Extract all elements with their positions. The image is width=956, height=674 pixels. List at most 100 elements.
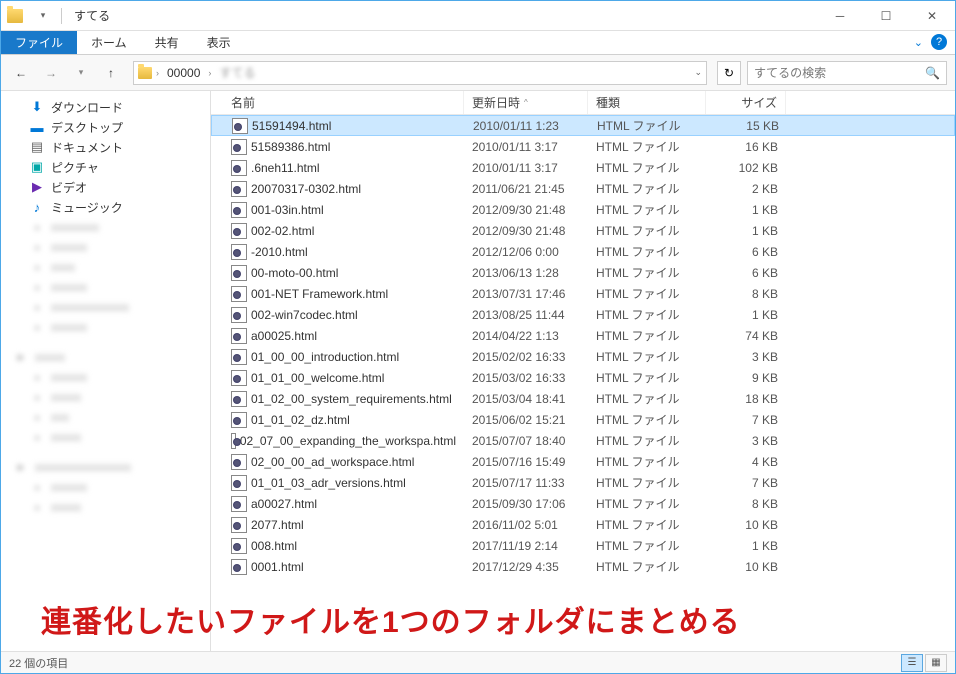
file-row[interactable]: 008.html2017/11/19 2:14HTML ファイル1 KB: [211, 535, 955, 556]
window-title: すてる: [74, 7, 110, 24]
breadcrumb-current[interactable]: すてる: [215, 64, 259, 81]
file-row[interactable]: a00027.html2015/09/30 17:06HTML ファイル8 KB: [211, 493, 955, 514]
file-date: 2012/09/30 21:48: [464, 203, 588, 217]
html-file-icon: [231, 160, 247, 176]
file-row[interactable]: 51589386.html2010/01/11 3:17HTML ファイル16 …: [211, 136, 955, 157]
sidebar-item-videos[interactable]: ▶ビデオ: [1, 177, 210, 197]
sidebar-item[interactable]: ▪xxxxx: [1, 497, 210, 517]
folder-icon: [5, 6, 25, 26]
tab-share[interactable]: 共有: [141, 31, 193, 54]
file-type: HTML ファイル: [588, 558, 706, 575]
file-row[interactable]: 20070317-0302.html2011/06/21 21:45HTML フ…: [211, 178, 955, 199]
file-name: 51591494.html: [252, 119, 331, 133]
ribbon-tabs: ファイル ホーム 共有 表示 ⌄ ?: [1, 31, 955, 55]
file-size: 8 KB: [706, 497, 786, 511]
back-button[interactable]: ←: [9, 61, 33, 85]
sidebar-item[interactable]: ▪xxxxxx: [1, 237, 210, 257]
sidebar-item-music[interactable]: ♪ミュージック: [1, 197, 210, 217]
sidebar-item[interactable]: ▪xxxxxx: [1, 477, 210, 497]
html-file-icon: [231, 517, 247, 533]
file-type: HTML ファイル: [588, 306, 706, 323]
sidebar-group[interactable]: ▸xxxxxxxxxxxxxxxx: [1, 457, 210, 477]
chevron-right-icon[interactable]: ›: [156, 68, 159, 78]
ribbon-expand-icon[interactable]: ⌄: [914, 36, 923, 49]
tab-file[interactable]: ファイル: [1, 31, 77, 54]
html-file-icon: [231, 244, 247, 260]
file-date: 2015/02/02 16:33: [464, 350, 588, 364]
file-row[interactable]: 00-moto-00.html2013/06/13 1:28HTML ファイル6…: [211, 262, 955, 283]
file-row[interactable]: 002-02.html2012/09/30 21:48HTML ファイル1 KB: [211, 220, 955, 241]
file-row[interactable]: 02_07_00_expanding_the_workspa.html2015/…: [211, 430, 955, 451]
sidebar-item[interactable]: ▪xxxxxxxx: [1, 217, 210, 237]
maximize-button[interactable]: ☐: [863, 1, 909, 31]
chevron-right-icon[interactable]: ›: [208, 68, 211, 78]
file-row[interactable]: 01_01_03_adr_versions.html2015/07/17 11:…: [211, 472, 955, 493]
file-row[interactable]: 001-03in.html2012/09/30 21:48HTML ファイル1 …: [211, 199, 955, 220]
file-row[interactable]: .6neh11.html2010/01/11 3:17HTML ファイル102 …: [211, 157, 955, 178]
sidebar-item[interactable]: ▪xxxxxx: [1, 317, 210, 337]
file-row[interactable]: 001-NET Framework.html2013/07/31 17:46HT…: [211, 283, 955, 304]
search-input[interactable]: すてるの検索 🔍: [747, 61, 947, 85]
html-file-icon: [231, 265, 247, 281]
file-row[interactable]: 01_01_00_welcome.html2015/03/02 16:33HTM…: [211, 367, 955, 388]
sort-asc-icon: ^: [524, 98, 528, 107]
tab-view[interactable]: 表示: [193, 31, 245, 54]
column-name[interactable]: 名前: [211, 91, 464, 114]
file-row[interactable]: 01_02_00_system_requirements.html2015/03…: [211, 388, 955, 409]
file-date: 2010/01/11 3:17: [464, 161, 588, 175]
sidebar-item[interactable]: ▪xxxxx: [1, 427, 210, 447]
file-name: 001-03in.html: [251, 203, 324, 217]
sidebar-item[interactable]: ▪xxxxxxxxxxxxx: [1, 297, 210, 317]
file-row[interactable]: a00025.html2014/04/22 1:13HTML ファイル74 KB: [211, 325, 955, 346]
column-date[interactable]: 更新日時^: [464, 91, 588, 114]
file-row[interactable]: 01_00_00_introduction.html2015/02/02 16:…: [211, 346, 955, 367]
sidebar-item[interactable]: ▪xxxxxx: [1, 277, 210, 297]
up-button[interactable]: ↑: [99, 61, 123, 85]
file-date: 2015/03/04 18:41: [464, 392, 588, 406]
column-size[interactable]: サイズ: [706, 91, 786, 114]
file-row[interactable]: 02_00_00_ad_workspace.html2015/07/16 15:…: [211, 451, 955, 472]
html-file-icon: [231, 139, 247, 155]
file-row[interactable]: 2077.html2016/11/02 5:01HTML ファイル10 KB: [211, 514, 955, 535]
file-row[interactable]: 51591494.html2010/01/11 1:23HTML ファイル15 …: [211, 115, 955, 136]
address-dropdown-icon[interactable]: ⌄: [694, 67, 702, 78]
file-size: 1 KB: [706, 539, 786, 553]
file-date: 2012/09/30 21:48: [464, 224, 588, 238]
breadcrumb[interactable]: 00000: [163, 66, 204, 80]
column-headers: 名前 更新日時^ 種類 サイズ: [211, 91, 955, 115]
sidebar-item[interactable]: ▪xxxx: [1, 257, 210, 277]
file-name: 008.html: [251, 539, 297, 553]
sidebar-item[interactable]: ▪xxx: [1, 407, 210, 427]
address-bar[interactable]: › 00000 › すてる ⌄: [133, 61, 707, 85]
sidebar-item-downloads[interactable]: ⬇ダウンロード: [1, 97, 210, 117]
sidebar-item-desktop[interactable]: ▬デスクトップ: [1, 117, 210, 137]
view-details-button[interactable]: ☰: [901, 654, 923, 672]
help-icon[interactable]: ?: [931, 34, 947, 50]
file-type: HTML ファイル: [588, 411, 706, 428]
html-file-icon: [231, 370, 247, 386]
close-button[interactable]: ✕: [909, 1, 955, 31]
sidebar-item[interactable]: ▪xxxxxx: [1, 367, 210, 387]
sidebar-group[interactable]: ▸xxxxx: [1, 347, 210, 367]
tab-home[interactable]: ホーム: [77, 31, 141, 54]
file-size: 10 KB: [706, 560, 786, 574]
file-type: HTML ファイル: [588, 201, 706, 218]
file-row[interactable]: 01_01_02_dz.html2015/06/02 15:21HTML ファイ…: [211, 409, 955, 430]
view-icons-button[interactable]: ▦: [925, 654, 947, 672]
qat-dropdown-icon[interactable]: ▾: [33, 6, 53, 26]
sidebar-item-documents[interactable]: ▤ドキュメント: [1, 137, 210, 157]
file-row[interactable]: 002-win7codec.html2013/08/25 11:44HTML フ…: [211, 304, 955, 325]
search-icon[interactable]: 🔍: [925, 66, 940, 80]
file-row[interactable]: 0001.html2017/12/29 4:35HTML ファイル10 KB: [211, 556, 955, 577]
recent-dropdown-icon[interactable]: ▾: [69, 61, 93, 85]
navigation-pane[interactable]: ⬇ダウンロード ▬デスクトップ ▤ドキュメント ▣ピクチャ ▶ビデオ ♪ミュージ…: [1, 91, 211, 651]
sidebar-item-pictures[interactable]: ▣ピクチャ: [1, 157, 210, 177]
file-list[interactable]: 名前 更新日時^ 種類 サイズ 51591494.html2010/01/11 …: [211, 91, 955, 651]
sidebar-item[interactable]: ▪xxxxx: [1, 387, 210, 407]
minimize-button[interactable]: ─: [817, 1, 863, 31]
forward-button[interactable]: →: [39, 61, 63, 85]
refresh-button[interactable]: ↻: [717, 61, 741, 85]
file-date: 2010/01/11 3:17: [464, 140, 588, 154]
column-type[interactable]: 種類: [588, 91, 706, 114]
file-row[interactable]: -2010.html2012/12/06 0:00HTML ファイル6 KB: [211, 241, 955, 262]
